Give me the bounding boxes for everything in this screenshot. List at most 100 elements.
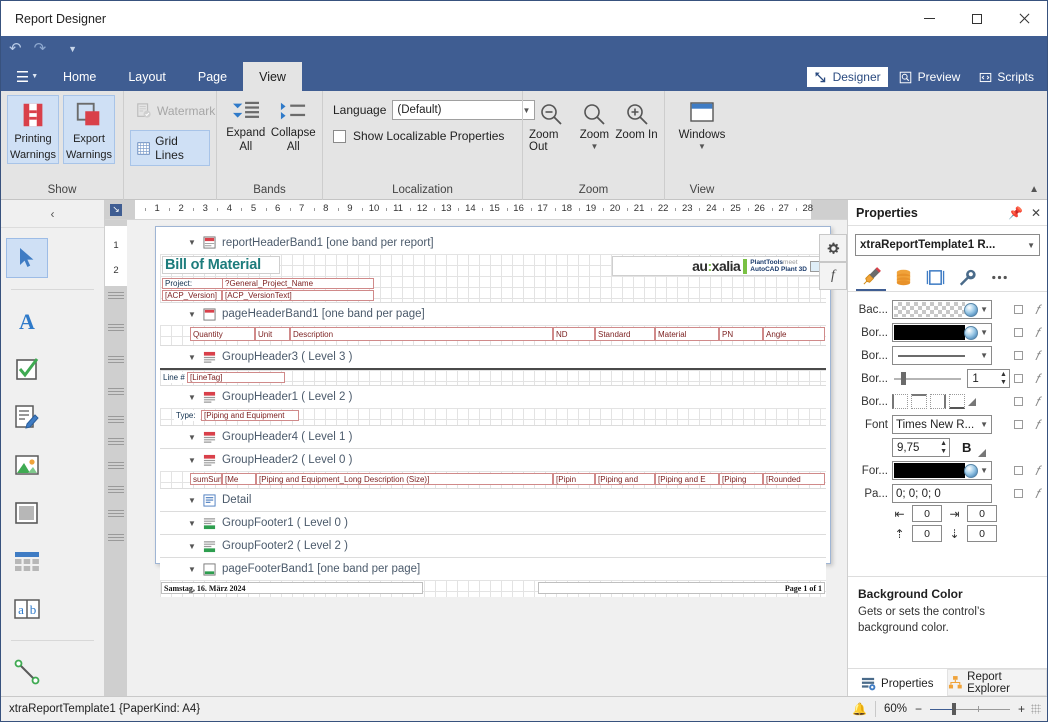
group-header-1-content[interactable]: Type: [Piping and Equipment <box>160 408 826 425</box>
padding-bottom-input[interactable]: 0 <box>967 525 997 542</box>
footer-date-field[interactable]: Samstag, 16. März 2024 <box>161 582 423 594</box>
column-header-description[interactable]: Description <box>290 327 553 341</box>
expression-icon[interactable]: 𝑓 <box>1035 302 1039 318</box>
border-dash-style-select[interactable]: ▼ <box>892 346 992 365</box>
line-tag-field[interactable]: [LineTag] <box>187 372 285 383</box>
expand-corner-icon[interactable] <box>968 397 976 406</box>
column-header-unit[interactable]: Unit <box>255 327 290 341</box>
column-header-standard[interactable]: Standard <box>595 327 655 341</box>
angle-field[interactable]: [Rounded <box>763 473 825 485</box>
border-sides-selector[interactable] <box>892 394 976 409</box>
maximize-button[interactable] <box>953 1 1000 36</box>
group-header-2-content[interactable]: sumSum [Me [Piping and Equipment_Long De… <box>160 471 826 488</box>
minimize-button[interactable] <box>906 1 953 36</box>
report-sheet[interactable]: ▼ reportHeaderBand1 [one band per report… <box>155 226 831 597</box>
application-menu-button[interactable]: ☰ ▼ <box>7 62 47 91</box>
properties-tab-behavior[interactable] <box>952 265 982 291</box>
tool-rich-text[interactable] <box>1 393 53 441</box>
group-header-3-content[interactable]: Line # [LineTag] <box>160 368 826 385</box>
language-select[interactable]: (Default) ▼ <box>392 100 536 120</box>
export-warnings-button[interactable]: Export Warnings <box>63 95 115 165</box>
border-bottom-toggle[interactable] <box>949 394 965 409</box>
binding-checkbox[interactable] <box>1013 420 1023 429</box>
chevron-down-icon[interactable]: ▼ <box>188 238 197 247</box>
bill-of-material-title[interactable]: Bill of Material <box>162 256 280 274</box>
printing-warnings-button[interactable]: Printing Warnings <box>7 95 59 165</box>
zoom-in-button[interactable]: Zoom In <box>615 97 658 141</box>
collapse-ribbon-button[interactable]: ▲ <box>1029 184 1039 195</box>
binding-checkbox[interactable] <box>1013 351 1023 360</box>
border-width-input[interactable]: 1 ▲ ▼ <box>967 369 1010 388</box>
expression-icon[interactable]: 𝑓 <box>1035 371 1039 387</box>
close-button[interactable] <box>1000 1 1047 36</box>
show-localizable-properties-checkbox[interactable]: Show Localizable Properties <box>333 129 504 143</box>
nd-field[interactable]: [Pipin <box>553 473 595 485</box>
font-family-select[interactable]: Times New R... ▼ <box>892 415 992 434</box>
project-name-field[interactable]: ?General_Project_Name <box>222 278 374 289</box>
properties-tab-data[interactable] <box>888 265 918 291</box>
band-report-header[interactable]: ▼ reportHeaderBand1 [one band per report… <box>160 231 826 254</box>
mode-scripts[interactable]: Scripts <box>971 67 1041 87</box>
border-right-toggle[interactable] <box>930 394 946 409</box>
chevron-down-icon[interactable]: ▼ <box>68 44 77 54</box>
spinner-arrows-icon[interactable]: ▲ ▼ <box>1000 371 1007 387</box>
band-detail[interactable]: ▼ Detail <box>160 488 826 511</box>
chevron-down-icon[interactable]: ▼ <box>188 310 197 319</box>
redo-icon[interactable]: ↷ <box>34 41 47 56</box>
border-width-slider[interactable] <box>892 369 963 388</box>
project-label[interactable]: Project: <box>162 278 224 289</box>
properties-tab-layout[interactable] <box>920 265 950 291</box>
ruler-corner-button[interactable]: ↘ <box>105 200 127 219</box>
binding-checkbox[interactable] <box>1013 305 1023 314</box>
tool-check-box[interactable] <box>1 345 53 393</box>
report-header-content[interactable]: Bill of Material Project: ?General_Proje… <box>160 254 826 302</box>
properties-tab-appearance[interactable] <box>856 265 886 291</box>
chevron-down-icon[interactable]: ▼ <box>188 456 197 465</box>
properties-tab-more[interactable] <box>984 265 1014 291</box>
footer-page-field[interactable]: Page 1 of 1 <box>538 582 825 594</box>
mode-preview[interactable]: Preview <box>892 67 968 87</box>
collapse-all-button[interactable]: Collapse All <box>271 95 317 153</box>
smart-tag-gear-button[interactable] <box>819 234 847 262</box>
expression-icon[interactable]: 𝑓 <box>1035 325 1039 341</box>
border-top-toggle[interactable] <box>911 394 927 409</box>
zoom-in-button[interactable]: + <box>1018 702 1025 716</box>
page-header-content[interactable]: Quantity Unit Description ND Standard Materia… <box>160 325 826 345</box>
company-logo[interactable]: au:xalia PlantToolsmeet AutoCAD Plant 3D <box>612 256 826 276</box>
pin-icon[interactable]: 📌 <box>1008 206 1023 220</box>
line-number-label[interactable]: Line # <box>161 372 187 383</box>
foreground-color-picker[interactable]: ▼ <box>892 461 992 480</box>
expression-icon[interactable]: 𝑓 <box>1035 463 1039 479</box>
chevron-down-icon[interactable]: ▼ <box>188 496 197 505</box>
column-header-material[interactable]: Material <box>655 327 719 341</box>
binding-checkbox[interactable] <box>1013 489 1023 498</box>
notification-icon[interactable]: 🔔 <box>852 702 867 716</box>
spinner-arrows-icon[interactable]: ▲ ▼ <box>940 440 947 456</box>
tool-line[interactable] <box>1 648 53 696</box>
measure-field[interactable]: [Me <box>222 473 256 485</box>
tool-table[interactable] <box>1 537 53 585</box>
band-group-header-2[interactable]: ▼ GroupHeader2 ( Level 0 ) <box>160 448 826 471</box>
acp-version-text-field[interactable]: [ACP_VersionText] <box>222 290 374 301</box>
expression-icon[interactable]: 𝑓 <box>1035 394 1039 410</box>
column-header-angle[interactable]: Angle <box>763 327 825 341</box>
expand-all-button[interactable]: Expand All <box>223 95 269 153</box>
toolbox-collapse-button[interactable]: ‹ <box>1 200 104 228</box>
column-header-quantity[interactable]: Quantity <box>190 327 255 341</box>
type-label[interactable]: Type: <box>174 410 200 421</box>
band-group-header-4[interactable]: ▼ GroupHeader4 ( Level 1 ) <box>160 425 826 448</box>
font-size-input[interactable]: 9,75 ▲ ▼ <box>892 438 950 457</box>
page-footer-content[interactable]: Samstag, 16. März 2024 Page 1 of 1 <box>160 580 826 597</box>
chevron-down-icon[interactable]: ▼ <box>188 433 197 442</box>
grid-lines-button[interactable]: Grid Lines <box>130 130 210 166</box>
horizontal-ruler[interactable]: ↘ 1 2 3 4 5 6 7 8 9 10 11 12 13 14 15 16 17 18 19 20 21 22 23 2… <box>105 200 847 220</box>
chevron-down-icon[interactable]: ▼ <box>188 393 197 402</box>
expression-icon[interactable]: 𝑓 <box>1035 486 1039 502</box>
binding-checkbox[interactable] <box>1013 328 1023 337</box>
binding-checkbox[interactable] <box>1013 466 1023 475</box>
tool-label[interactable]: A <box>1 297 53 345</box>
chevron-down-icon[interactable]: ▼ <box>188 565 197 574</box>
standard-field[interactable]: [Piping and <box>595 473 655 485</box>
chevron-down-icon[interactable]: ▼ <box>188 519 197 528</box>
tab-view[interactable]: View <box>243 62 302 91</box>
